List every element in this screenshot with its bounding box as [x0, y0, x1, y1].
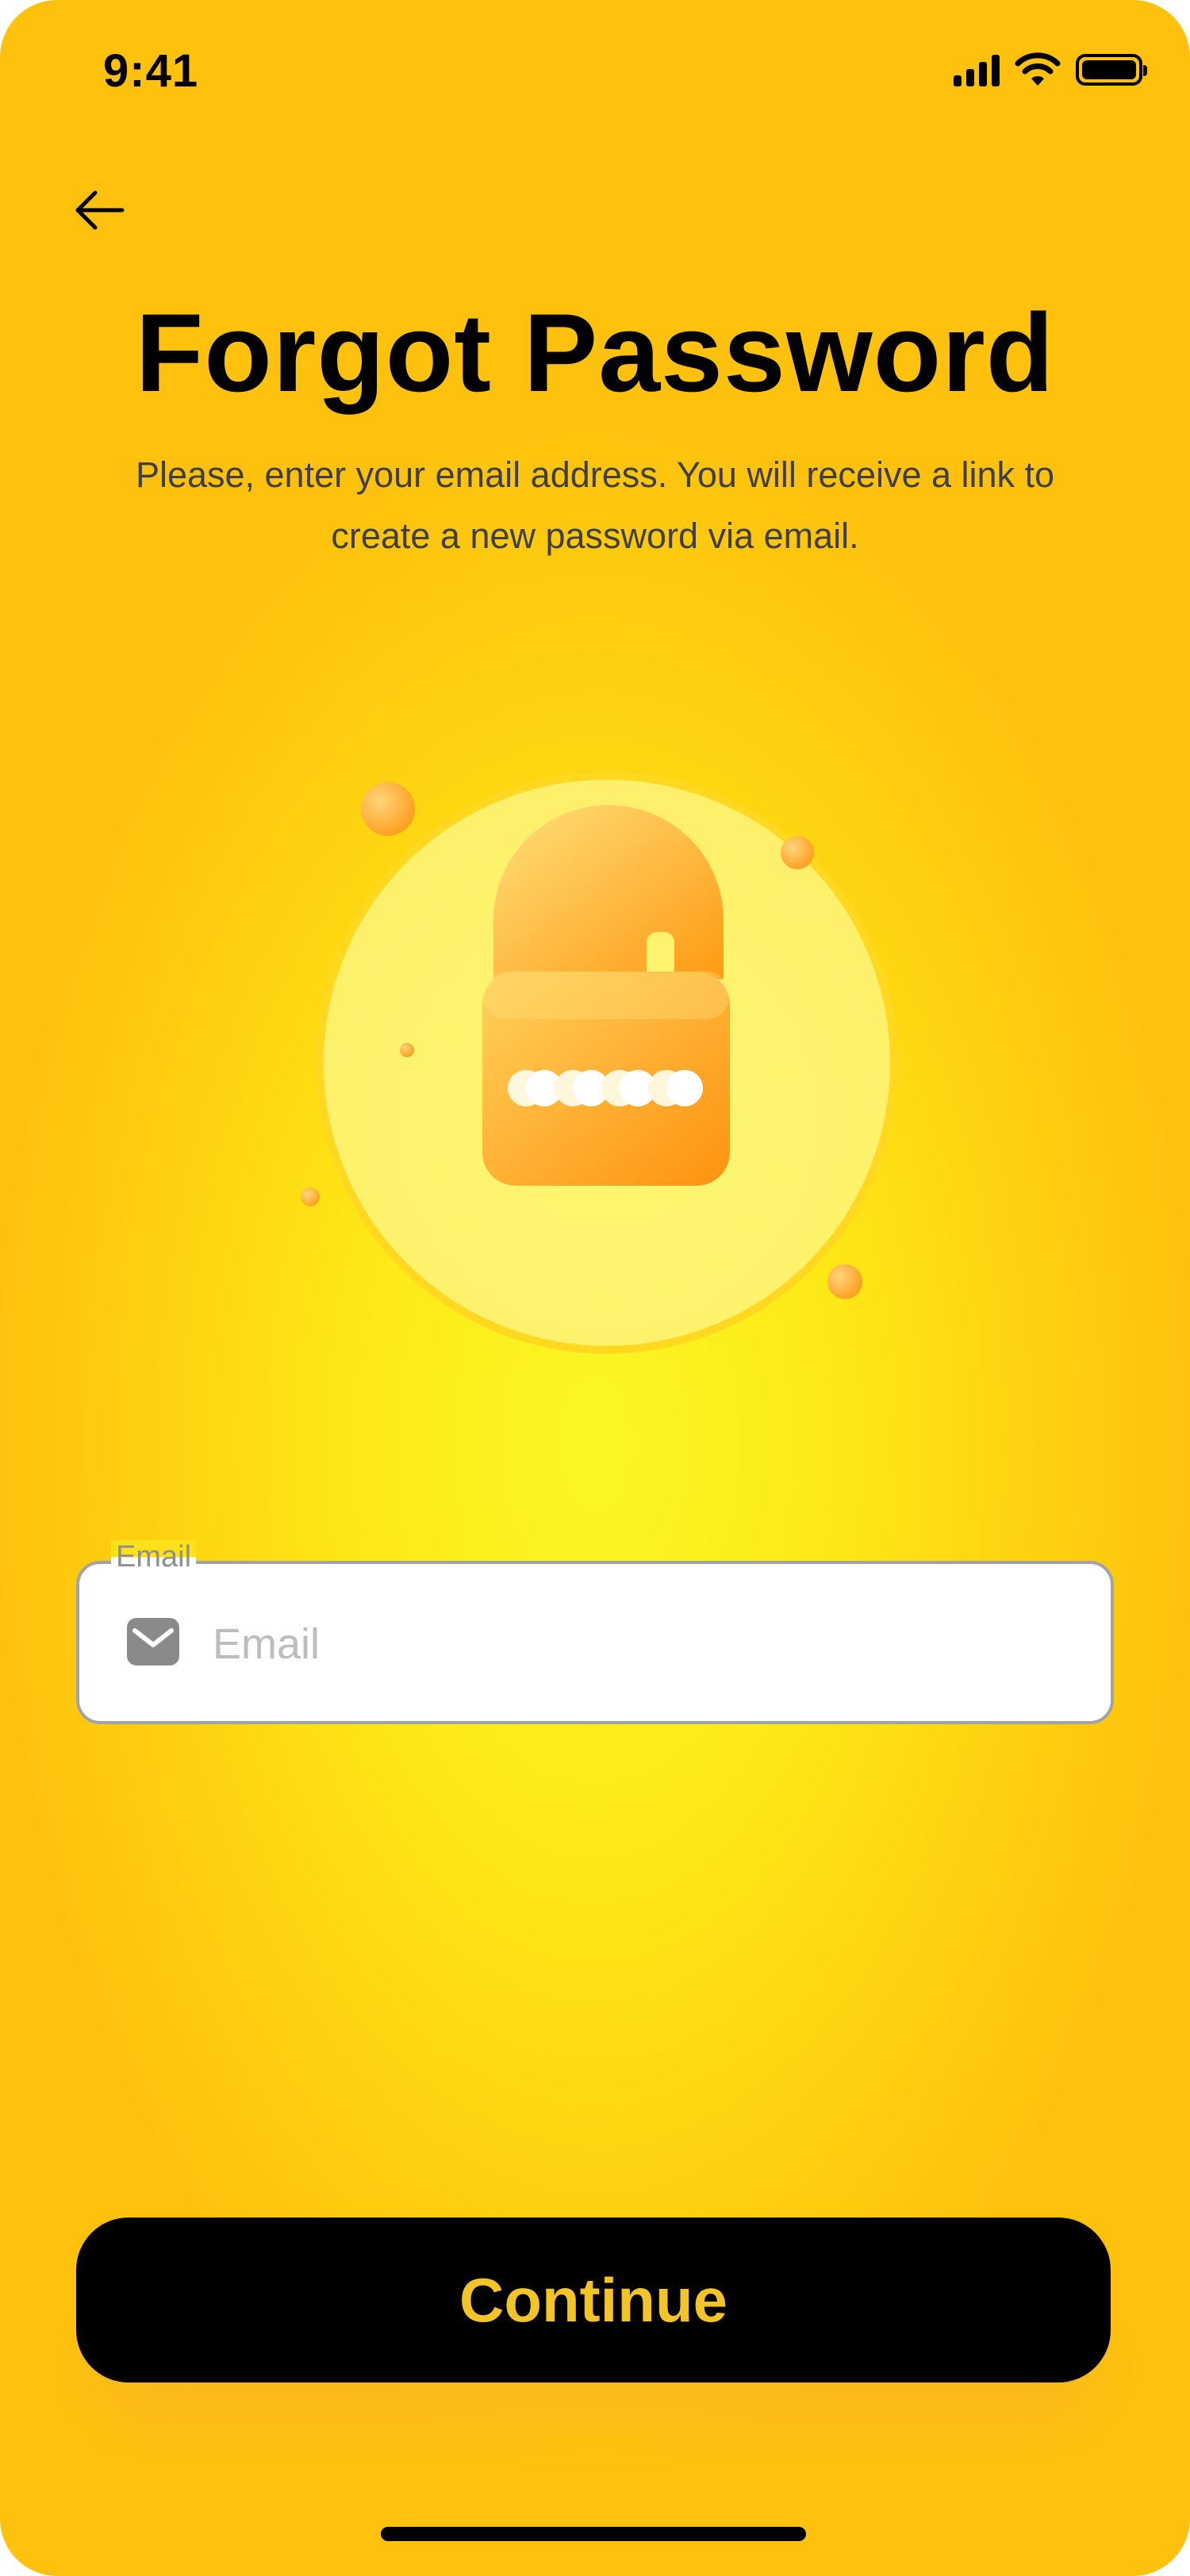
- back-button[interactable]: [63, 174, 135, 246]
- page-title: Forgot Password: [135, 290, 1055, 415]
- email-field[interactable]: Email: [76, 1540, 1114, 1724]
- continue-button[interactable]: Continue: [76, 2218, 1111, 2382]
- page-subtitle: Please, enter your email address. You wi…: [135, 454, 1055, 556]
- padlock-illustration: [301, 772, 898, 1354]
- forgot-password-screen: 9:41 Forgot Password Please, enter your …: [0, 0, 1190, 2576]
- arrow-left-icon: [75, 190, 125, 230]
- email-field-label: Email: [111, 1540, 197, 1574]
- cellular-signal-icon: [954, 53, 1000, 86]
- status-icons: [954, 52, 1147, 87]
- email-input[interactable]: [211, 1596, 1087, 1692]
- status-time: 9:41: [103, 45, 199, 97]
- envelope-icon: [127, 1618, 179, 1666]
- wifi-icon: [1015, 52, 1061, 86]
- battery-icon: [1076, 54, 1147, 86]
- home-indicator: [381, 2527, 806, 2541]
